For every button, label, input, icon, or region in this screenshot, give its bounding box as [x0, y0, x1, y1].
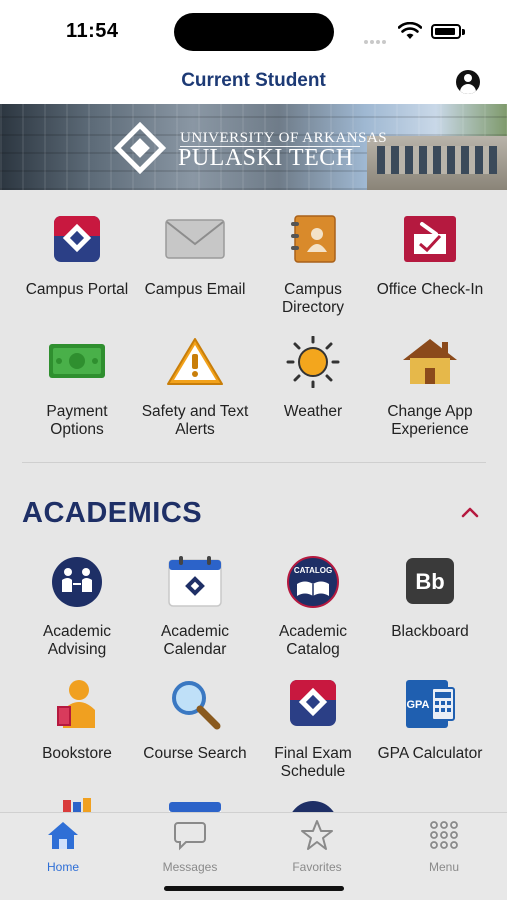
circle-badge-icon	[292, 801, 334, 812]
tile-label: Academic Calendar	[160, 623, 230, 658]
calendar-icon	[168, 556, 222, 607]
gpa-calculator-icon: GPA	[406, 680, 455, 728]
tile-label: Change App Experience	[387, 403, 473, 438]
banner-campus-name: PULASKI TECH	[178, 145, 354, 171]
tile-change-app-experience[interactable]: Change App Experience	[371, 336, 489, 439]
tile-partial[interactable]	[136, 800, 254, 812]
blackboard-icon: Bb	[406, 558, 454, 604]
tile-label: Payment Options	[46, 403, 108, 438]
tile-final-exam-schedule[interactable]: Final Exam Schedule	[254, 678, 372, 781]
tile-label: Weather	[283, 403, 343, 420]
tile-blackboard[interactable]: Bb Blackboard	[371, 556, 489, 641]
university-logo-icon	[114, 122, 166, 174]
tab-messages[interactable]: Messages	[140, 819, 240, 874]
tab-label: Messages	[162, 860, 218, 874]
nav-bar: Current Student	[0, 64, 507, 104]
tile-label: Office Check-In	[376, 281, 484, 298]
tab-home[interactable]: Home	[13, 819, 113, 874]
grid-icon	[430, 821, 458, 849]
tile-campus-portal[interactable]: Campus Portal	[18, 214, 136, 299]
tab-favorites[interactable]: Favorites	[267, 819, 367, 874]
svg-text:GPA: GPA	[406, 699, 429, 711]
tile-bookstore[interactable]: Bookstore	[18, 678, 136, 763]
envelope-icon	[165, 219, 225, 259]
check-in-icon	[404, 216, 456, 262]
tab-label: Home	[46, 860, 79, 874]
tile-label: Academic Advising	[42, 623, 112, 658]
bookstore-icon	[57, 680, 95, 728]
tile-partial[interactable]	[18, 798, 136, 812]
catalog-icon: CATALOG	[287, 556, 339, 608]
tab-label: Favorites	[292, 860, 342, 874]
tile-label: Course Search	[143, 745, 247, 762]
tile-academic-advising[interactable]: Academic Advising	[18, 556, 136, 659]
tile-gpa-calculator[interactable]: GPA GPA Calculator	[371, 678, 489, 763]
tab-menu[interactable]: Menu	[394, 819, 494, 874]
directory-book-icon	[291, 215, 336, 263]
tile-weather[interactable]: Weather	[254, 335, 372, 421]
tile-safety-alerts[interactable]: Safety and Text Alerts	[136, 336, 254, 439]
tile-label: GPA Calculator	[377, 745, 483, 762]
stacked-books-icon	[63, 798, 91, 812]
house-icon	[403, 339, 457, 384]
university-banner: UNIVERSITY OF ARKANSAS PULASKI TECH	[0, 104, 507, 190]
battery-icon	[431, 24, 461, 39]
wifi-icon	[398, 22, 422, 39]
tile-academic-calendar[interactable]: Academic Calendar	[136, 556, 254, 659]
tile-label: Campus Directory	[281, 281, 344, 316]
money-icon	[49, 344, 105, 378]
calendar-icon	[169, 802, 221, 812]
battery-cap	[462, 29, 465, 35]
chat-bubble-icon	[174, 822, 206, 851]
tile-label: Campus Email	[144, 281, 246, 298]
account-icon[interactable]	[456, 70, 480, 94]
status-time: 11:54	[66, 20, 119, 42]
tile-office-check-in[interactable]: Office Check-In	[371, 214, 489, 299]
warning-icon	[167, 338, 223, 385]
tile-label: Academic Catalog	[278, 623, 348, 658]
star-icon	[301, 820, 333, 850]
tile-payment-options[interactable]: Payment Options	[18, 336, 136, 439]
home-content[interactable]: Campus Portal Campus Email Campus Direct…	[0, 190, 507, 812]
magnifier-icon	[172, 681, 221, 730]
tile-label: Safety and Text Alerts	[141, 403, 249, 438]
camera-notch	[174, 13, 334, 51]
svg-text:CATALOG: CATALOG	[294, 566, 332, 575]
advising-icon	[52, 557, 102, 607]
svg-text:Bb: Bb	[415, 569, 444, 594]
tile-partial[interactable]	[254, 800, 372, 812]
section-divider	[22, 462, 486, 463]
tile-label: Blackboard	[391, 623, 469, 640]
page-title: Current Student	[181, 70, 326, 91]
tile-campus-email[interactable]: Campus Email	[136, 214, 254, 299]
cellular-signal-icon	[364, 31, 390, 44]
section-title-academics: ACADEMICS	[22, 497, 203, 529]
status-bar: 11:54	[0, 0, 507, 64]
tab-label: Menu	[428, 860, 460, 874]
tile-label: Bookstore	[42, 745, 112, 762]
tile-academic-catalog[interactable]: CATALOG Academic Catalog	[254, 556, 372, 659]
campus-building-image	[367, 136, 507, 190]
chevron-up-icon[interactable]	[459, 503, 481, 521]
tile-label: Final Exam Schedule	[274, 745, 352, 780]
tile-course-search[interactable]: Course Search	[136, 678, 254, 763]
tile-label: Campus Portal	[25, 281, 129, 298]
tile-campus-directory[interactable]: Campus Directory	[254, 214, 372, 317]
exam-schedule-icon	[290, 680, 336, 726]
home-icon	[48, 822, 78, 849]
home-indicator	[164, 886, 344, 891]
campus-portal-icon	[54, 216, 100, 262]
sun-icon	[286, 335, 340, 389]
